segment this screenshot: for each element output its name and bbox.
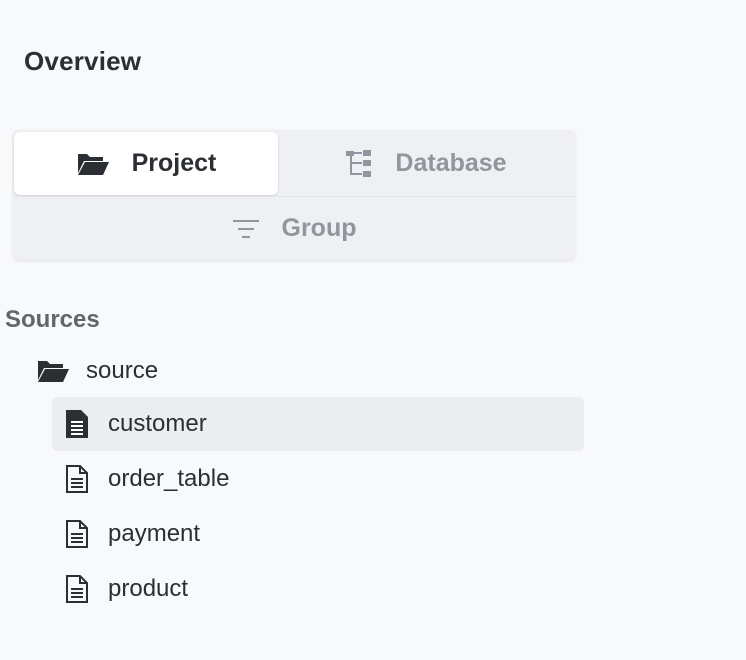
view-switcher: Project Database Group (13, 130, 575, 260)
file-text-outline-icon (64, 574, 90, 604)
folder-open-icon (36, 358, 70, 384)
tree-item-label: order_table (108, 465, 230, 492)
file-text-icon (64, 409, 90, 439)
tab-label: Database (395, 149, 507, 177)
sources-heading: Sources (5, 306, 100, 333)
tab-database[interactable]: Database (279, 132, 573, 195)
tree-item-order-table[interactable]: order_table (52, 452, 584, 506)
tab-label: Project (131, 149, 217, 177)
folder-open-icon (76, 151, 110, 177)
tab-project[interactable]: Project (14, 132, 278, 195)
tree-structure-icon (345, 149, 373, 179)
file-text-outline-icon (64, 464, 90, 494)
tree-item-payment[interactable]: payment (52, 507, 584, 561)
tree-folder-label: source (86, 357, 159, 384)
tree-item-label: payment (108, 520, 201, 547)
tree-folder-source[interactable]: source (36, 352, 158, 390)
tree-item-customer[interactable]: customer (52, 397, 584, 451)
tree-item-label: product (108, 575, 189, 602)
file-text-outline-icon (64, 519, 90, 549)
tree-item-label: customer (108, 410, 207, 437)
tab-group[interactable]: Group (13, 196, 575, 260)
filter-icon (232, 218, 260, 240)
tab-label: Group (281, 214, 357, 242)
tree-item-product[interactable]: product (52, 562, 584, 616)
page-title: Overview (24, 46, 142, 76)
